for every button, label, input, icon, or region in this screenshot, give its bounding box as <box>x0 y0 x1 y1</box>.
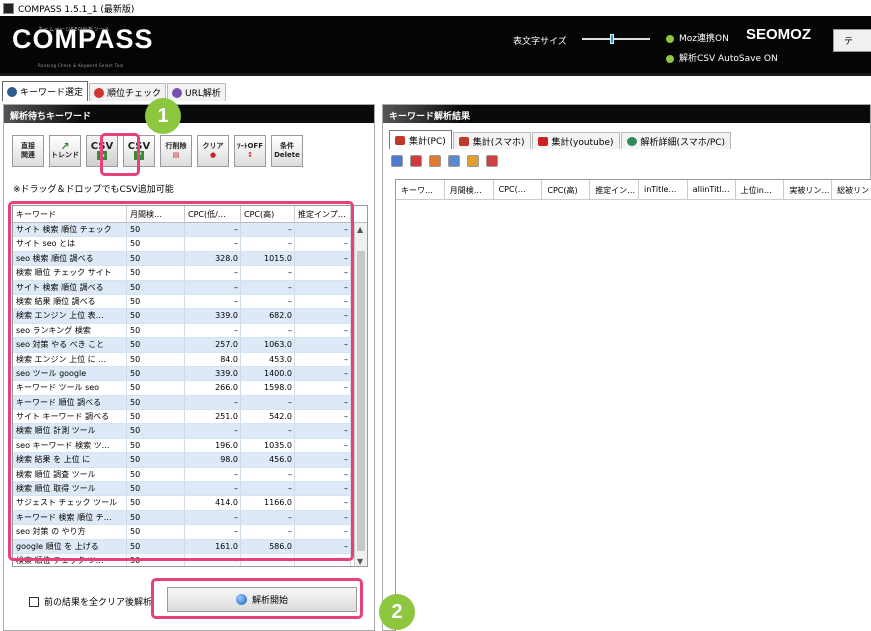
view-icon[interactable] <box>391 155 403 167</box>
panel-title: キーワード解析結果 <box>383 105 870 123</box>
col-cpc-high[interactable]: CPC(高) <box>542 180 591 199</box>
tab-summary-mobile[interactable]: 集計(スマホ) <box>452 132 531 149</box>
font-size-slider[interactable] <box>582 34 650 44</box>
panel-title: 解析待ちキーワード <box>4 105 374 123</box>
col-top-in[interactable]: 上位in… <box>736 180 785 199</box>
tab-keyword-select[interactable]: キーワード選定 <box>2 81 89 101</box>
analysis-results-panel: キーワード解析結果 集計(PC) 集計(スマホ) 集計(youtube) 解析詳… <box>382 104 871 631</box>
highlight-start-button <box>151 578 363 619</box>
app-icon <box>3 2 14 14</box>
title-bar: COMPASS 1.5.1_1 (最新版) <box>0 0 871 16</box>
condition-delete-button[interactable]: 条件 Delete <box>271 135 303 167</box>
step-badge-1: 1 <box>145 98 181 134</box>
url-icon <box>172 87 183 98</box>
clear-checkbox-label: 前の結果を全クリア後解析 <box>44 598 153 608</box>
clear-before-analyze[interactable]: 前の結果を全クリア後解析 <box>29 595 152 608</box>
col-intitle[interactable]: inTitle… <box>639 180 688 199</box>
scroll-down-icon[interactable]: ▼ <box>357 557 363 566</box>
sort-icon[interactable] <box>467 155 479 167</box>
main-tabs: キーワード選定 順位チェック URL解析 <box>0 81 871 101</box>
copy-icon[interactable] <box>448 155 460 167</box>
clear-button[interactable]: クリア ● <box>197 135 229 167</box>
tab-summary-youtube[interactable]: 集計(youtube) <box>531 132 620 149</box>
window-title: COMPASS 1.5.1_1 (最新版) <box>18 4 135 15</box>
tab-analysis-detail[interactable]: 解析詳細(スマホ/PC) <box>620 132 732 149</box>
drag-drop-note: ※ドラッグ＆ドロップでもCSV追加可能 <box>13 185 174 195</box>
step-badge-2: 2 <box>379 594 415 630</box>
col-cpc-low[interactable]: CPC(… <box>494 180 543 199</box>
direct-related-button[interactable]: 直接 関連 <box>12 135 44 167</box>
csv-icon <box>395 135 405 145</box>
row-delete-button[interactable]: 行削除 ▤ <box>160 135 192 167</box>
vertical-scrollbar[interactable]: ▲ ▼ <box>354 223 367 566</box>
rank-icon <box>94 87 105 98</box>
scroll-thumb[interactable] <box>357 251 365 551</box>
header-corner-button[interactable]: テ <box>833 29 871 52</box>
all-icon[interactable] <box>410 155 422 167</box>
trend-button[interactable]: ↗ トレンド <box>49 135 81 167</box>
tab-summary-pc[interactable]: 集計(PC) <box>389 130 452 149</box>
globe-icon <box>626 136 637 146</box>
font-size-label: 表文字サイズ <box>513 37 567 47</box>
logo-tagline: ホームページSEO分析ツール <box>38 27 111 33</box>
col-real-backlinks[interactable]: 実被リン… <box>784 180 833 199</box>
tab-url-analysis[interactable]: URL解析 <box>167 83 226 101</box>
status-dot-icon <box>666 34 674 43</box>
logo-subtitle: Ranking Check & Keyword Select Tool <box>38 63 124 68</box>
moz-status: Moz連携ON <box>666 31 729 44</box>
col-allintitle[interactable]: allinTitl… <box>688 180 736 199</box>
youtube-icon <box>537 136 548 146</box>
csv-icon <box>458 136 469 146</box>
col-total-backlinks[interactable]: 総被リン <box>832 180 871 199</box>
col-keyword[interactable]: キーワ… <box>396 180 445 199</box>
keyword-toolbar: 直接 関連 ↗ トレンド CSV ↘ CSV ↗ 行削除 ▤ クリア ● ｿｰﾄOFF ↕ 条… <box>12 135 308 171</box>
slider-thumb[interactable] <box>610 34 614 44</box>
results-table: キーワ… 月間検… CPC(… CPC(高) 推定イン… inTitle… al… <box>395 179 871 631</box>
app-window: COMPASS 1.5.1_1 (最新版) COMPASS ホームページSEO分… <box>0 0 871 631</box>
app-header: COMPASS ホームページSEO分析ツール Ranking Check & K… <box>0 16 871 76</box>
export-icon[interactable] <box>429 155 441 167</box>
col-est-impressions[interactable]: 推定イン… <box>590 180 639 199</box>
csv-autosave-status: 解析CSV AutoSave ON <box>666 51 778 64</box>
csv-save-icon[interactable] <box>486 155 498 167</box>
scroll-up-icon[interactable]: ▲ <box>357 225 363 234</box>
col-monthly-volume[interactable]: 月間検… <box>445 180 494 199</box>
compass-icon <box>7 86 17 97</box>
tab-rank-check[interactable]: 順位チェック <box>89 83 167 101</box>
results-header: キーワ… 月間検… CPC(… CPC(高) 推定イン… inTitle… al… <box>396 180 871 200</box>
highlight-csv-button <box>100 133 140 176</box>
result-tabs: 集計(PC) 集計(スマホ) 集計(youtube) 解析詳細(スマホ/PC) <box>389 129 732 149</box>
result-toolbar <box>391 155 505 167</box>
sort-off-button[interactable]: ｿｰﾄOFF ↕ <box>234 135 266 167</box>
clear-checkbox[interactable] <box>29 596 39 607</box>
seomoz-logo: SEOMOZ <box>746 26 812 43</box>
status-dot-icon <box>666 54 674 63</box>
highlight-keyword-table <box>8 201 354 561</box>
